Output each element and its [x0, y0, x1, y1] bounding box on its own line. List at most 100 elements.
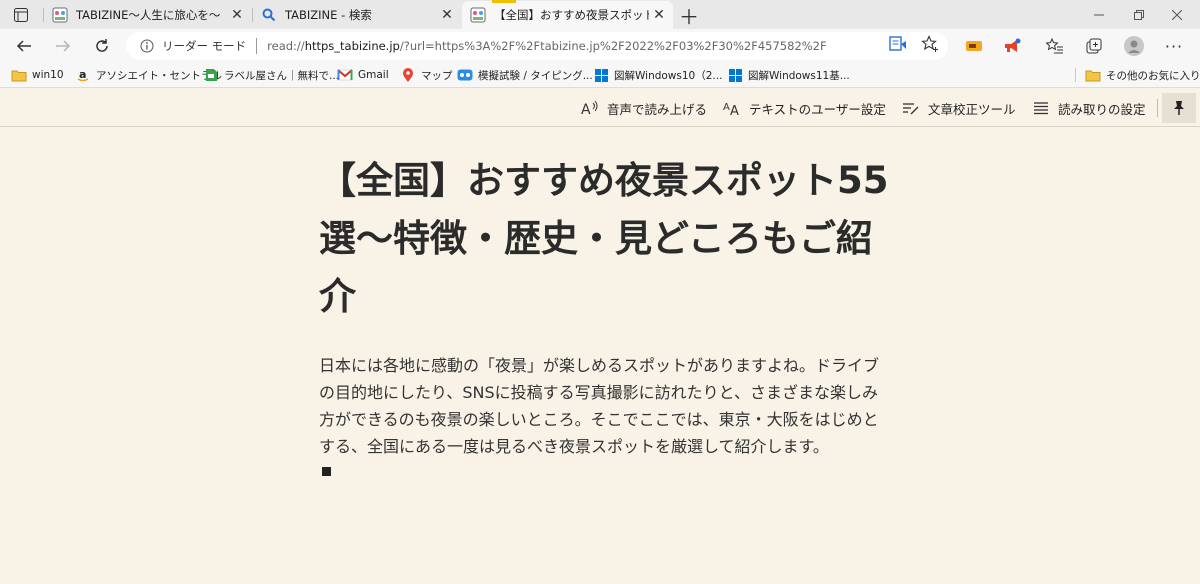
favorites-button[interactable]	[1041, 32, 1069, 60]
text-preferences-button[interactable]: AA テキストのユーザー設定	[723, 98, 886, 118]
text-preferences-label: テキストのユーザー設定	[749, 101, 886, 117]
avatar-icon	[1124, 36, 1144, 56]
bookmark-label: マップ	[421, 69, 453, 82]
add-favorite-button[interactable]	[920, 34, 940, 54]
close-window-button[interactable]	[1154, 0, 1200, 29]
label-icon	[203, 67, 219, 83]
grammar-tools-button[interactable]: 文章校正ツール	[902, 98, 1016, 118]
forward-arrow-icon	[56, 40, 71, 52]
bookmark-win10[interactable]: win10	[11, 66, 64, 84]
collections-icon	[1086, 38, 1102, 54]
refresh-button[interactable]	[88, 32, 116, 60]
list-bullet	[322, 467, 331, 476]
bookmark-label: 図解Windows11基...	[748, 69, 850, 82]
pin-icon	[1174, 101, 1184, 115]
tabizine-favicon	[52, 7, 68, 23]
svg-text:A: A	[730, 104, 739, 116]
minimize-icon	[1094, 14, 1104, 15]
bookmark-label: ラベル屋さん｜無料で...	[224, 69, 340, 82]
reading-preferences-button[interactable]: 読み取りの設定	[1032, 98, 1146, 118]
star-plus-icon	[921, 35, 938, 52]
tab-actions-icon	[14, 7, 28, 22]
grammar-tools-label: 文章校正ツール	[928, 101, 1016, 117]
maps-icon	[400, 67, 416, 83]
url-text[interactable]: read://https_tabizine.jp/?url=https%3A%2…	[267, 39, 826, 53]
bookmark-windows10-guide[interactable]: 図解Windows10（2...	[593, 66, 722, 84]
tab-title: 【全国】おすすめ夜景スポット55選〜	[494, 8, 649, 22]
tab-title: TABIZINE - 検索	[285, 7, 372, 22]
bookmark-label: Gmail	[358, 69, 389, 81]
reader-toolbar-separator	[1157, 99, 1158, 117]
close-icon	[1172, 9, 1182, 20]
read-aloud-icon: A	[581, 99, 599, 117]
navigation-toolbar: リーダー モード read://https_tabizine.jp/?url=h…	[0, 29, 1200, 62]
bookmark-label: win10	[32, 69, 64, 81]
read-aloud-button[interactable]: A 音声で読み上げる	[581, 98, 707, 118]
reader-mode-label: リーダー モード	[162, 39, 247, 53]
immersive-reader-icon	[889, 36, 906, 51]
url-host: https_tabizine.jp	[304, 39, 400, 53]
article-content: 【全国】おすすめ夜景スポット55選〜特徴・歴史・見どころもご紹介 日本には各地に…	[319, 152, 889, 460]
immersive-reader-button[interactable]	[888, 34, 908, 54]
coupon-extension-icon	[966, 41, 982, 51]
bookmark-label: 模擬試験 / タイピング...	[478, 69, 593, 82]
folder-icon	[1085, 67, 1101, 83]
reader-favicon	[470, 7, 486, 23]
windows-icon	[727, 67, 743, 83]
info-icon[interactable]	[138, 37, 156, 55]
back-button[interactable]	[10, 32, 38, 60]
refresh-icon	[96, 39, 108, 52]
bookmark-label: 図解Windows10（2...	[614, 69, 723, 82]
settings-more-button[interactable]: ···	[1160, 32, 1188, 60]
close-tab-icon[interactable]: ✕	[227, 5, 247, 25]
tab-strip: TABIZINE〜人生に旅心を〜 ✕ TABIZINE - 検索 ✕ 【全国】お…	[0, 0, 1200, 29]
other-favorites-folder[interactable]: その他のお気に入り	[1085, 66, 1200, 84]
more-icon: ···	[1164, 36, 1184, 56]
bookmark-label-ya[interactable]: ラベル屋さん｜無料で...	[203, 66, 339, 84]
restore-icon	[1134, 9, 1144, 20]
tab-tabizine-search[interactable]: TABIZINE - 検索 ✕	[253, 0, 461, 29]
windows-icon	[593, 67, 609, 83]
favorites-list-icon	[1046, 38, 1063, 54]
address-bar[interactable]: リーダー モード read://https_tabizine.jp/?url=h…	[126, 32, 948, 60]
tab-title: TABIZINE〜人生に旅心を〜	[76, 7, 221, 22]
extension-button[interactable]	[960, 32, 988, 60]
new-tab-button[interactable]: ＋	[677, 3, 701, 29]
text-size-icon: AA	[723, 99, 741, 117]
bookmark-windows11-guide[interactable]: 図解Windows11基...	[727, 66, 850, 84]
profile-button[interactable]	[1120, 32, 1148, 60]
svg-text:a: a	[79, 68, 86, 81]
bookmark-associates-central[interactable]: a アソシエイト・セントラル	[75, 66, 222, 84]
bookmark-typing-test[interactable]: 模擬試験 / タイピング...	[457, 66, 593, 84]
reader-toolbar: A 音声で読み上げる AA テキストのユーザー設定 文章校正ツール 読み取りの設…	[0, 89, 1200, 127]
loading-indicator	[492, 0, 516, 3]
read-aloud-label: 音声で読み上げる	[607, 101, 708, 117]
close-tab-icon[interactable]: ✕	[649, 5, 669, 25]
typing-icon	[457, 67, 473, 83]
url-rest: /?url=https%3A%2F%2Ftabizine.jp%2F2022%2…	[399, 39, 827, 53]
gmail-icon	[337, 67, 353, 83]
bookmark-gmail[interactable]: Gmail	[337, 66, 389, 84]
extension-button[interactable]	[998, 32, 1026, 60]
article-lead-paragraph: 日本には各地に感動の「夜景」が楽しめるスポットがありますよね。ドライブの目的地に…	[319, 356, 880, 456]
address-separator	[256, 38, 258, 54]
tab-tabizine-home[interactable]: TABIZINE〜人生に旅心を〜 ✕	[44, 0, 251, 29]
megaphone-extension-icon	[1005, 38, 1021, 52]
reading-preferences-label: 読み取りの設定	[1058, 101, 1146, 117]
favorites-bar: win10 a アソシエイト・セントラル ラベル屋さん｜無料で... Gmail…	[0, 62, 1200, 88]
close-tab-icon[interactable]: ✕	[437, 5, 457, 25]
pin-toolbar-button[interactable]	[1162, 93, 1196, 123]
collections-button[interactable]	[1080, 32, 1108, 60]
tab-active-article[interactable]: 【全国】おすすめ夜景スポット55選〜 ✕	[462, 1, 673, 29]
bookmark-label: その他のお気に入り	[1106, 69, 1200, 82]
bookmark-maps[interactable]: マップ	[400, 66, 453, 84]
url-prefix: read://	[267, 39, 305, 53]
forward-button[interactable]	[49, 32, 77, 60]
tab-actions-button[interactable]	[0, 0, 42, 29]
favorites-bar-separator	[1075, 68, 1076, 82]
reading-preferences-icon	[1032, 99, 1050, 117]
svg-text:A: A	[723, 102, 730, 113]
back-arrow-icon	[16, 40, 31, 52]
grammar-tools-icon	[902, 99, 920, 117]
search-icon	[261, 7, 277, 23]
